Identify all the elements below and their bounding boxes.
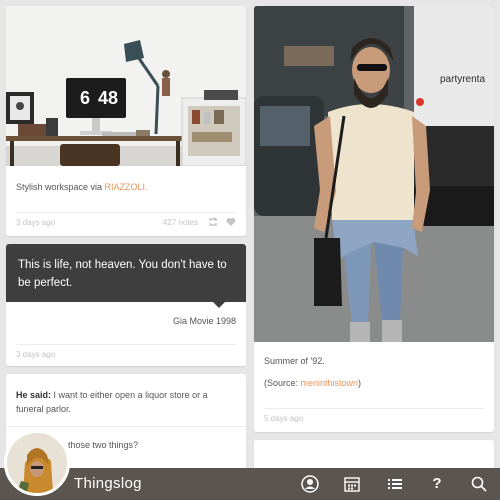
reblog-icon[interactable] <box>208 216 218 229</box>
photo-source: (Source: meninthistown) <box>264 376 361 390</box>
photo-caption: Summer of '92. <box>264 356 325 366</box>
calendar-icon[interactable] <box>343 475 361 493</box>
post-card-quote: This is life, not heaven. You don't have… <box>6 244 246 366</box>
post-meta: 3 days ago <box>16 344 236 364</box>
chat-line-1: He said: I want to either open a liquor … <box>16 388 236 416</box>
bottom-bar: Thingslog ? <box>0 468 500 500</box>
chat-speaker: He said: <box>16 390 52 400</box>
workspace-photo[interactable]: 6 48 <box>6 6 246 166</box>
heart-icon[interactable] <box>226 217 236 229</box>
post-caption: Stylish workspace via RIAZZOLI. <box>16 180 148 194</box>
source-suffix: ) <box>358 378 362 388</box>
post-time[interactable]: 3 days ago <box>16 218 55 227</box>
quote-text: This is life, not heaven. You don't have… <box>18 259 227 289</box>
post-time[interactable]: 5 days ago <box>264 414 303 423</box>
list-icon[interactable] <box>386 475 404 493</box>
chat-divider <box>6 426 246 427</box>
post-time[interactable]: 3 days ago <box>16 350 55 359</box>
quote-source: Gia Movie 1998 <box>172 316 236 326</box>
clock-minutes: 48 <box>98 88 118 108</box>
post-card-photo: partyrenta Summer of '92. (Source: menin… <box>254 6 494 432</box>
street-photo[interactable]: partyrenta <box>254 6 494 342</box>
quote-notch <box>213 302 225 308</box>
post-card-workspace: 6 48 Stylish workspace via RIAZZOLI. 3 d… <box>6 6 246 236</box>
avatar[interactable] <box>4 430 70 496</box>
site-title[interactable]: Thingslog <box>74 475 142 492</box>
profile-icon[interactable] <box>301 475 319 493</box>
post-notes[interactable]: 427 notes <box>163 218 198 227</box>
help-icon[interactable]: ? <box>428 475 446 493</box>
clock-hours: 6 <box>80 88 90 108</box>
post-meta: 3 days ago 427 notes <box>16 212 236 232</box>
source-link[interactable]: RIAZZOLI. <box>105 182 148 192</box>
dashboard: 6 48 Stylish workspace via RIAZZOLI. 3 d… <box>0 0 500 500</box>
post-meta: 5 days ago <box>264 408 484 428</box>
source-link[interactable]: meninthistown <box>301 378 359 388</box>
truck-text: partyrenta <box>440 74 485 85</box>
chat-line-2: those two things? <box>68 440 139 450</box>
caption-text: Stylish workspace via <box>16 182 105 192</box>
source-prefix: (Source: <box>264 378 301 388</box>
search-icon[interactable] <box>470 475 488 493</box>
quote-box: This is life, not heaven. You don't have… <box>6 244 246 302</box>
